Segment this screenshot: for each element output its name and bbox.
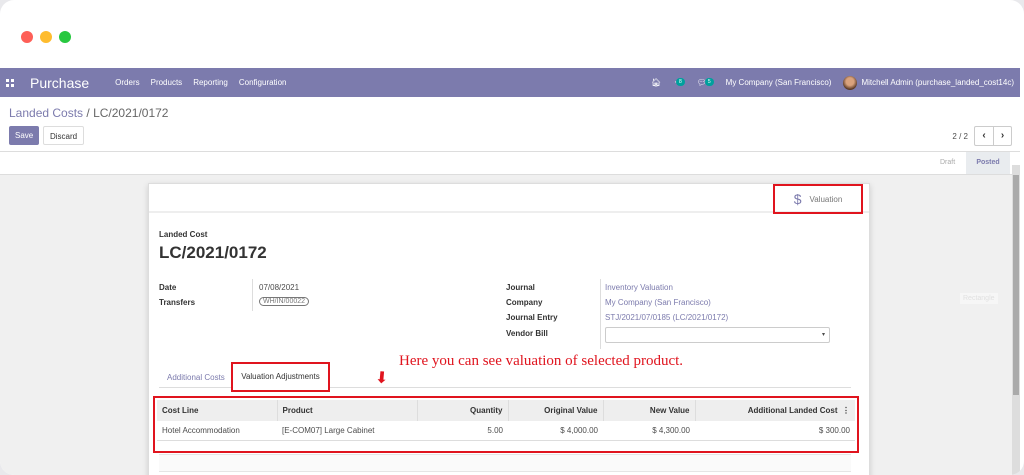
- transfers-label: Transfers: [159, 298, 196, 307]
- cell-original-value: $ 4,000.00: [508, 421, 603, 441]
- control-panel: Landed Costs / LC/2021/0172 Save Discard…: [0, 97, 1020, 152]
- form-sheet: $ Valuation Landed Cost LC/2021/0172 Date…: [148, 183, 870, 475]
- navbar: Purchase Orders Products Reporting Confi…: [0, 68, 1020, 97]
- activity-count-badge: 8: [675, 78, 685, 86]
- avatar: [843, 75, 858, 90]
- vendor-bill-label: Vendor Bill: [506, 329, 548, 338]
- header-original-value[interactable]: Original Value: [508, 400, 604, 421]
- tab-additional-costs[interactable]: Additional Costs: [167, 373, 225, 382]
- annotation-text: Here you can see valuation of selected p…: [399, 353, 684, 369]
- header-additional-landed-cost[interactable]: Additional Landed Cost ⋮: [695, 400, 855, 421]
- tab-valuation-adjustments[interactable]: Valuation Adjustments: [231, 362, 330, 392]
- status-posted[interactable]: Posted: [966, 152, 1010, 174]
- transfer-tag[interactable]: WH/IN/00022: [259, 297, 310, 306]
- user-name: Mitchell Admin (purchase_landed_cost14c): [861, 77, 1014, 87]
- apps-menu-icon[interactable]: [6, 78, 14, 87]
- discard-button[interactable]: Discard: [43, 126, 85, 145]
- cell-product: [E-COM07] Large Cabinet: [277, 421, 417, 441]
- valuation-label: Valuation: [809, 194, 843, 204]
- bug-icon[interactable]: 🏠︎: [651, 78, 661, 87]
- dollar-icon: $: [793, 191, 802, 207]
- company-switcher[interactable]: My Company (San Francisco): [726, 78, 832, 87]
- header-quantity[interactable]: Quantity: [417, 400, 509, 421]
- scrollbar-thumb[interactable]: [1013, 175, 1019, 395]
- menu-reporting[interactable]: Reporting: [193, 78, 228, 87]
- breadcrumb: Landed Costs / LC/2021/0172: [9, 106, 168, 120]
- menu-orders[interactable]: Orders: [115, 78, 139, 87]
- journal-label: Journal: [506, 283, 535, 292]
- record-title: LC/2021/0172: [159, 243, 267, 262]
- breadcrumb-landed-costs[interactable]: Landed Costs: [9, 106, 83, 120]
- messages-count-badge: 5: [704, 78, 714, 86]
- table-header: Cost Line Product Quantity Original Valu…: [157, 400, 855, 421]
- vendor-bill-select[interactable]: ▾: [605, 327, 830, 343]
- breadcrumb-current: LC/2021/0172: [93, 106, 169, 120]
- messages-icon[interactable]: 💬︎5: [697, 78, 714, 87]
- valuation-table-container: Cost Line Product Quantity Original Valu…: [153, 396, 859, 453]
- app-brand[interactable]: Purchase: [30, 75, 89, 91]
- save-button[interactable]: Save: [9, 126, 40, 145]
- button-box: $ Valuation: [149, 184, 869, 214]
- journal-value[interactable]: Inventory Valuation: [605, 283, 673, 292]
- odoo-app: Purchase Orders Products Reporting Confi…: [0, 68, 1020, 475]
- header-cost-line[interactable]: Cost Line: [157, 400, 278, 421]
- activity-icon[interactable]: ◔8: [673, 78, 685, 87]
- table-row[interactable]: Hotel Accommodation [E-COM07] Large Cabi…: [157, 421, 855, 441]
- browser-window: Purchase Orders Products Reporting Confi…: [0, 0, 1024, 475]
- status-bar: Draft Posted: [0, 152, 1020, 175]
- menu-products[interactable]: Products: [151, 78, 183, 87]
- annotation-arrow-icon: ⬋: [371, 366, 393, 389]
- close-window-dot[interactable]: [21, 31, 33, 43]
- header-additional-landed-cost-label: Additional Landed Cost: [747, 406, 838, 415]
- cell-quantity: 5.00: [417, 421, 508, 441]
- cell-cost-line: Hotel Accommodation: [157, 421, 277, 441]
- company-value[interactable]: My Company (San Francisco): [605, 298, 711, 307]
- journal-entry-value[interactable]: STJ/2021/07/0185 (LC/2021/0172): [605, 313, 728, 322]
- user-menu[interactable]: Mitchell Admin (purchase_landed_cost14c): [843, 75, 1014, 90]
- menu-configuration[interactable]: Configuration: [239, 78, 287, 87]
- minimize-window-dot[interactable]: [40, 31, 52, 43]
- company-label: Company: [506, 298, 543, 307]
- cell-additional-landed-cost: $ 300.00: [695, 421, 855, 441]
- date-value[interactable]: 07/08/2021: [259, 283, 299, 292]
- maximize-window-dot[interactable]: [59, 31, 71, 43]
- pager: 2 / 2 ‹ ›: [952, 126, 1012, 146]
- date-label: Date: [159, 283, 177, 292]
- pager-previous-button[interactable]: ‹: [975, 127, 993, 145]
- valuation-adjustments-table: Cost Line Product Quantity Original Valu…: [157, 400, 855, 441]
- empty-row: [159, 454, 851, 472]
- ghost-label: Rectangle: [960, 293, 998, 304]
- cell-new-value: $ 4,300.00: [603, 421, 695, 441]
- landed-cost-label: Landed Cost: [159, 230, 208, 239]
- divider: [600, 279, 601, 349]
- valuation-button[interactable]: $ Valuation: [773, 184, 863, 214]
- journal-entry-label: Journal Entry: [506, 313, 558, 322]
- header-new-value[interactable]: New Value: [603, 400, 696, 421]
- status-draft[interactable]: Draft: [932, 152, 963, 174]
- scrollbar[interactable]: [1012, 165, 1020, 475]
- pager-value: 2 / 2: [952, 131, 968, 141]
- header-product[interactable]: Product: [277, 400, 418, 421]
- optional-columns-icon[interactable]: ⋮: [840, 406, 850, 415]
- divider: [252, 279, 253, 311]
- breadcrumb-separator: /: [83, 106, 94, 120]
- pager-next-button[interactable]: ›: [993, 127, 1011, 145]
